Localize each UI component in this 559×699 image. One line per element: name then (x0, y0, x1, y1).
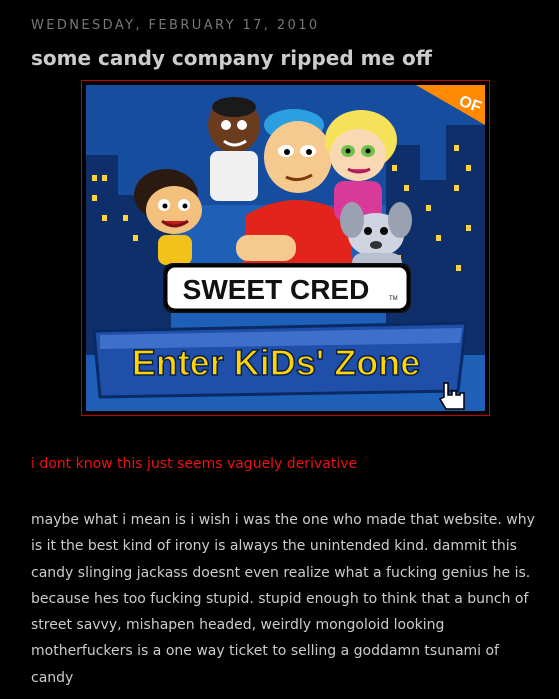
post-title[interactable]: some candy company ripped me off (31, 46, 432, 70)
post-body: maybe what i mean is i wish i was the on… (31, 512, 535, 686)
highlight-text: i dont know this just seems vaguely deri… (31, 456, 358, 472)
logo-tm: TM (389, 296, 398, 302)
sweet-cred-kids-zone-image[interactable]: OF SWEET CRED TM Enter KiDs' Zone (86, 85, 485, 411)
banner-text[interactable]: Enter KiDs' Zone (131, 341, 421, 384)
post-image-frame[interactable]: OF SWEET CRED TM Enter KiDs' Zone (81, 80, 490, 416)
date-header: WEDNESDAY, FEBRUARY 17, 2010 (31, 18, 320, 33)
logo-text: SWEET CRED (183, 274, 370, 305)
